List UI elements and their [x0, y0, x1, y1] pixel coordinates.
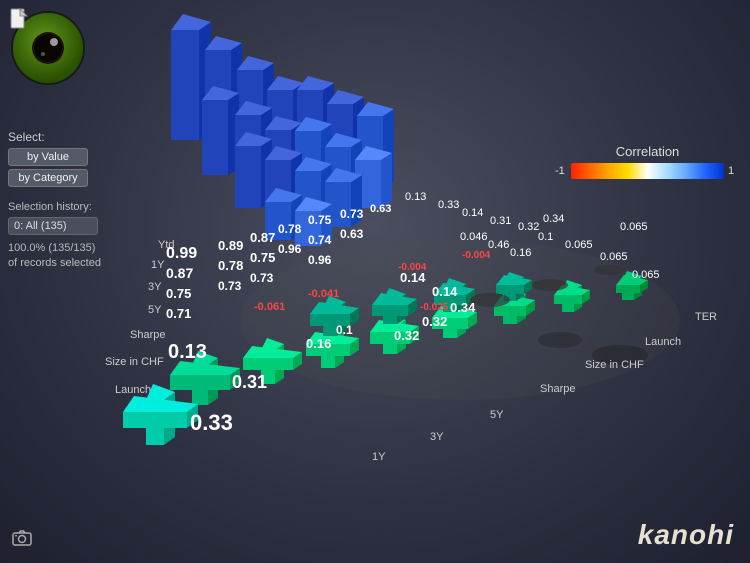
by-value-button[interactable]: by Value [8, 148, 88, 166]
legend-bar-container: -1 1 [555, 163, 740, 179]
svg-text:0.34: 0.34 [543, 213, 564, 225]
svg-text:0.87: 0.87 [166, 265, 193, 281]
svg-text:0.46: 0.46 [488, 239, 509, 251]
svg-text:0.13: 0.13 [405, 191, 426, 203]
svg-text:0.14: 0.14 [400, 270, 426, 285]
visualization: Ytd 1Y 3Y 5Y Sharpe Size in CHF Launch T… [0, 0, 750, 563]
svg-text:3Y: 3Y [430, 431, 444, 443]
svg-text:-0.061: -0.061 [254, 301, 285, 313]
svg-text:0.73: 0.73 [218, 279, 242, 293]
legend-title: Correlation [555, 144, 740, 159]
svg-text:0.75: 0.75 [250, 250, 275, 265]
svg-text:0.78: 0.78 [278, 222, 302, 236]
svg-text:0.32: 0.32 [422, 314, 447, 329]
svg-text:0.31: 0.31 [490, 215, 511, 227]
svg-text:0.13: 0.13 [168, 341, 207, 363]
svg-text:0.33: 0.33 [190, 410, 233, 435]
legend-min: -1 [555, 165, 567, 177]
svg-text:0.14: 0.14 [462, 207, 483, 219]
svg-text:0.1: 0.1 [538, 231, 553, 243]
svg-text:0.96: 0.96 [278, 242, 302, 256]
svg-text:0.32: 0.32 [518, 221, 539, 233]
left-panel: Select: by Value by Category Selection h… [8, 130, 108, 272]
history-item[interactable]: 0: All (135) [8, 217, 98, 235]
file-icon[interactable] [10, 8, 28, 33]
svg-text:5Y: 5Y [148, 304, 162, 316]
svg-text:Sharpe: Sharpe [130, 329, 165, 341]
svg-text:0.73: 0.73 [340, 207, 364, 221]
svg-text:Size in CHF: Size in CHF [585, 359, 644, 371]
svg-text:1Y: 1Y [151, 259, 165, 271]
svg-text:0.89: 0.89 [218, 238, 243, 253]
svg-text:Sharpe: Sharpe [540, 383, 575, 395]
svg-text:1Y: 1Y [372, 451, 386, 463]
svg-text:TER: TER [695, 311, 717, 323]
svg-text:0.046: 0.046 [460, 231, 488, 243]
svg-text:0.065: 0.065 [600, 251, 628, 263]
history-label: Selection history: [8, 201, 108, 213]
svg-text:0.78: 0.78 [218, 258, 243, 273]
svg-text:0.74: 0.74 [308, 233, 332, 247]
svg-text:0.065: 0.065 [620, 221, 648, 233]
records-info: 100.0% (135/135) of records selected [8, 241, 108, 272]
svg-text:0.75: 0.75 [308, 213, 332, 227]
correlation-legend: Correlation -1 1 [555, 144, 740, 179]
records-line2: of records selected [8, 257, 101, 269]
svg-text:0.63: 0.63 [340, 227, 364, 241]
svg-text:0.065: 0.065 [565, 239, 593, 251]
svg-text:-0.004: -0.004 [462, 250, 491, 261]
svg-text:Launch: Launch [115, 384, 151, 396]
svg-text:0.75: 0.75 [166, 286, 191, 301]
by-category-button[interactable]: by Category [8, 169, 88, 187]
select-label: Select: [8, 130, 108, 144]
svg-text:0.96: 0.96 [308, 253, 332, 267]
svg-text:0.73: 0.73 [250, 271, 274, 285]
svg-text:0.31: 0.31 [232, 372, 267, 392]
svg-text:5Y: 5Y [490, 409, 504, 421]
svg-text:3Y: 3Y [148, 281, 162, 293]
svg-text:Size in CHF: Size in CHF [105, 356, 164, 368]
records-line1: 100.0% (135/135) [8, 242, 95, 254]
svg-text:0.14: 0.14 [432, 284, 458, 299]
svg-text:-0.041: -0.041 [308, 288, 339, 300]
camera-icon[interactable] [12, 530, 32, 551]
svg-text:0.1: 0.1 [336, 323, 353, 337]
svg-text:0.16: 0.16 [510, 247, 531, 259]
svg-text:0.16: 0.16 [306, 336, 331, 351]
svg-text:0.99: 0.99 [166, 245, 197, 262]
brand-label: kanohi [638, 519, 734, 551]
selection-history: Selection history: 0: All (135) 100.0% (… [8, 201, 108, 272]
svg-text:Launch: Launch [645, 336, 681, 348]
svg-text:0.34: 0.34 [450, 300, 476, 315]
svg-text:0.63: 0.63 [370, 203, 391, 215]
legend-gradient-bar [571, 163, 724, 179]
svg-text:0.71: 0.71 [166, 306, 191, 321]
svg-text:0.33: 0.33 [438, 199, 459, 211]
svg-text:0.065: 0.065 [632, 269, 660, 281]
svg-text:-0.025: -0.025 [420, 302, 449, 313]
svg-text:0.87: 0.87 [250, 230, 275, 245]
legend-max: 1 [728, 165, 740, 177]
svg-text:0.32: 0.32 [394, 328, 419, 343]
